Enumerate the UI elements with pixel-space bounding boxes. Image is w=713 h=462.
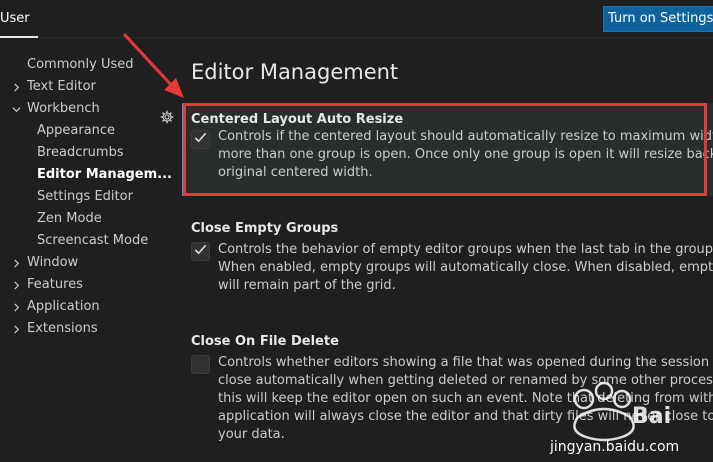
- sidebar-item-label: Editor Managem...: [37, 167, 172, 182]
- sidebar-item-label: Breadcrumbs: [37, 145, 124, 160]
- turn-on-settings-sync-button[interactable]: Turn on Settings Sync: [603, 6, 713, 32]
- sidebar-item-label: Features: [27, 277, 83, 292]
- check-icon: [193, 130, 208, 149]
- description-line: will remain part of the grid.: [218, 278, 396, 293]
- chevron-right-icon[interactable]: [11, 76, 21, 98]
- setting-item: Close Empty Groups Controls the behavior …: [182, 214, 713, 304]
- chevron-right-icon[interactable]: [11, 296, 21, 318]
- sidebar-item[interactable]: Breadcrumbs: [37, 142, 124, 164]
- setting-item: Centered Layout Auto Resize Controls if t…: [182, 103, 713, 196]
- chevron-down-icon[interactable]: [11, 98, 21, 120]
- setting-title: Centered Layout Auto Resize: [191, 112, 404, 127]
- setting-description: Controls if the centered layout should a…: [218, 128, 713, 182]
- check-icon: [193, 242, 208, 261]
- description-line: Controls whether editors showing a file …: [218, 355, 713, 370]
- svg-text:Bai: Bai: [632, 404, 671, 429]
- sidebar-item[interactable]: Zen Mode: [37, 208, 102, 230]
- setting-title: Close Empty Groups: [191, 221, 339, 236]
- sidebar-item-label: Application: [27, 299, 100, 314]
- sidebar-item[interactable]: Features: [27, 274, 83, 296]
- sidebar-item[interactable]: Commonly Used: [27, 54, 134, 76]
- sidebar-item[interactable]: Workbench: [27, 98, 100, 120]
- sidebar-item-label: Extensions: [27, 321, 98, 336]
- setting-description: Controls the behavior of empty editor gr…: [218, 241, 713, 295]
- sidebar-item[interactable]: Screencast Mode: [37, 230, 148, 252]
- gear-icon[interactable]: [159, 109, 175, 125]
- setting-checkbox[interactable]: [191, 355, 210, 374]
- focus-indicator: [182, 103, 184, 196]
- sidebar-item[interactable]: Editor Managem...: [37, 164, 172, 186]
- sidebar-item-label: Text Editor: [27, 79, 96, 94]
- sidebar-item-label: Settings Editor: [37, 189, 133, 204]
- description-line: Controls if the centered layout should a…: [218, 129, 713, 144]
- description-line: Controls the behavior of empty editor gr…: [218, 242, 713, 257]
- sidebar-item[interactable]: Application: [27, 296, 100, 318]
- chevron-right-icon[interactable]: [11, 252, 21, 274]
- setting-checkbox[interactable]: [191, 242, 210, 261]
- watermark-text: jingyan.baidu.com: [550, 439, 680, 455]
- sidebar-item[interactable]: Extensions: [27, 318, 98, 340]
- sidebar-item[interactable]: Text Editor: [27, 76, 96, 98]
- description-line: When enabled, empty groups will automati…: [218, 260, 713, 275]
- description-line: more than one group is open. Once only o…: [218, 147, 713, 162]
- watermark-logo: Bai jingyan.baidu.com: [520, 381, 713, 462]
- sidebar-item[interactable]: Settings Editor: [37, 186, 133, 208]
- sidebar-item-label: Window: [27, 255, 79, 270]
- section-title: Editor Management: [191, 60, 399, 84]
- setting-checkbox[interactable]: [191, 130, 210, 149]
- sidebar-item-label: Appearance: [37, 123, 116, 138]
- chevron-right-icon[interactable]: [11, 318, 21, 340]
- settings-header: User Turn on Settings Sync: [0, 0, 713, 38]
- setting-title: Close On File Delete: [191, 334, 339, 349]
- sidebar-item[interactable]: Window: [27, 252, 78, 274]
- sidebar-item-label: Screencast Mode: [37, 233, 149, 248]
- sidebar-item[interactable]: Appearance: [37, 120, 115, 142]
- sidebar-item-label: Zen Mode: [37, 211, 102, 226]
- tab-user[interactable]: User: [0, 0, 38, 38]
- description-line: original centered width.: [218, 165, 373, 180]
- sidebar-item-label: Workbench: [27, 101, 100, 116]
- chevron-right-icon[interactable]: [11, 274, 21, 296]
- sidebar-item-label: Commonly Used: [27, 57, 134, 72]
